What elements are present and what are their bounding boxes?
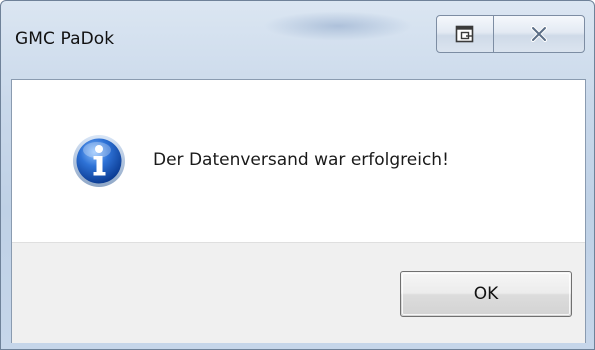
- message-text: Der Datenversand war erfolgreich!: [153, 150, 449, 170]
- dialog-client-area: Der Datenversand war erfolgreich! OK: [11, 79, 586, 343]
- title-bar[interactable]: GMC PaDok: [1, 1, 594, 79]
- ok-button-label: OK: [473, 284, 499, 304]
- dialog-window: GMC PaDok Der Datenversand war erfolgrei…: [0, 0, 595, 350]
- title-bar-glass: [263, 11, 413, 41]
- window-title: GMC PaDok: [15, 29, 115, 49]
- restore-icon: [455, 25, 474, 43]
- close-icon: [531, 26, 547, 42]
- message-area: Der Datenversand war erfolgreich!: [12, 80, 585, 242]
- close-button[interactable]: [493, 15, 585, 53]
- restore-button[interactable]: [436, 15, 494, 53]
- ok-button[interactable]: OK: [400, 271, 572, 317]
- info-icon: [73, 135, 125, 187]
- button-bar: OK: [12, 242, 585, 343]
